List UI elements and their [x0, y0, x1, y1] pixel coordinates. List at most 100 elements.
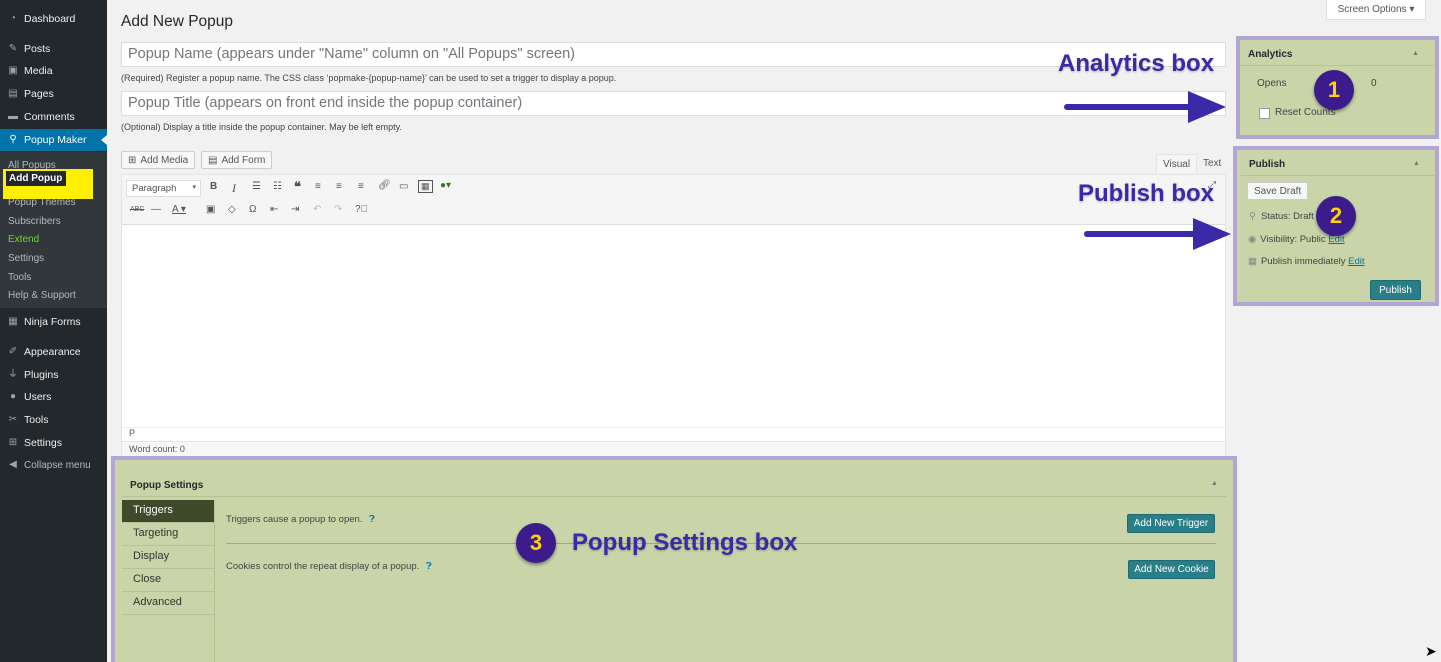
menu-popup-maker[interactable]: ⚲ Popup Maker	[0, 129, 107, 151]
menu-dashboard[interactable]: ◔ Dashboard	[0, 8, 107, 30]
editor-path: P	[122, 427, 1225, 441]
align-left-icon[interactable]: ≡	[315, 181, 321, 192]
cookies-description: Cookies control the repeat display of a …	[226, 561, 432, 572]
popup-shortcode-icon[interactable]: ●▾	[440, 180, 451, 191]
tab-text[interactable]: Text	[1197, 154, 1227, 173]
status-row: ⚲ Status: Draft	[1249, 211, 1314, 222]
menu-comments[interactable]: ▬ Comments	[0, 106, 107, 128]
badge-3: 3	[516, 523, 556, 563]
special-char-icon[interactable]: Ω	[249, 204, 256, 215]
read-more-icon[interactable]: ▭	[399, 181, 408, 192]
save-draft-button[interactable]: Save Draft	[1247, 182, 1309, 200]
menu-appearance[interactable]: ✐ Appearance	[0, 341, 107, 363]
align-right-icon[interactable]: ≡	[358, 181, 364, 192]
schedule-row: ▦ Publish immediately Edit	[1248, 256, 1365, 267]
menu-posts[interactable]: ✎ Posts	[0, 38, 107, 60]
badge-2: 2	[1316, 196, 1356, 236]
outdent-icon[interactable]: ⇤	[270, 204, 278, 215]
analytics-annotation: Analytics box	[1058, 50, 1215, 77]
triggers-description: Triggers cause a popup to open. ❓︎	[226, 514, 375, 525]
tab-triggers[interactable]: Triggers	[122, 500, 214, 523]
bullet-list-icon[interactable]: ☰	[252, 181, 261, 192]
page-title: Add New Popup	[121, 13, 234, 30]
eye-icon: ◉	[1248, 234, 1257, 245]
submenu-settings[interactable]: Settings	[8, 253, 44, 264]
redo-icon[interactable]: ↷	[334, 204, 342, 215]
submenu-subscribers[interactable]: Subscribers	[8, 216, 61, 227]
arrow-icon	[1064, 91, 1226, 123]
popup-title-input[interactable]: Popup Title (appears on front end inside…	[121, 91, 1226, 116]
popup-title-help: (Optional) Display a title inside the po…	[121, 122, 402, 132]
visibility-row: ◉ Visibility: Public Edit	[1248, 234, 1345, 245]
numbered-list-icon[interactable]: ☷	[273, 181, 282, 192]
popup-settings-title: Popup Settings	[130, 480, 204, 491]
menu-plugins[interactable]: ⏚ Plugins	[0, 364, 107, 386]
help-icon[interactable]: ?⃝	[355, 204, 368, 215]
opens-label: Opens	[1257, 78, 1287, 89]
pin-icon: ✎	[8, 43, 18, 54]
publish-title: Publish	[1249, 159, 1286, 170]
screen-options-button[interactable]: Screen Options ▾	[1326, 0, 1426, 20]
link-icon[interactable]: 🔗︎	[378, 180, 391, 191]
media-icon: ⊞	[128, 154, 137, 166]
help-icon[interactable]: ❓︎	[426, 561, 432, 572]
tab-display[interactable]: Display	[122, 546, 214, 569]
menu-ninja-forms[interactable]: ▦ Ninja Forms	[0, 311, 107, 333]
schedule-edit-link[interactable]: Edit	[1348, 256, 1364, 267]
strikethrough-icon[interactable]: ABC	[130, 206, 144, 213]
publish-button[interactable]: Publish	[1370, 280, 1421, 300]
pages-icon: ▤	[8, 88, 18, 99]
help-icon[interactable]: ❓︎	[369, 514, 375, 525]
content-editor: Paragraph ▾ B I ☰ ☷ ❝ ≡ ≡ ≡ 🔗︎ ▭ ▦ ●▾ ⤢ A…	[121, 174, 1226, 457]
popup-maker-icon: ⚲	[9, 134, 17, 145]
badge-1: 1	[1314, 70, 1354, 110]
dashboard-icon: ◔	[9, 13, 17, 24]
menu-pages[interactable]: ▤ Pages	[0, 83, 107, 105]
paste-text-icon[interactable]: ▣	[206, 204, 215, 215]
add-form-button[interactable]: ▤ Add Form	[201, 151, 273, 169]
collapse-caret-icon[interactable]: ▲	[1211, 480, 1218, 487]
text-color-icon[interactable]: A ▾	[172, 204, 186, 215]
clear-format-icon[interactable]: ◇	[228, 204, 236, 215]
submenu-tools[interactable]: Tools	[8, 272, 31, 283]
bold-icon[interactable]: B	[210, 181, 217, 192]
italic-icon[interactable]: I	[232, 181, 236, 196]
horizontal-line-icon[interactable]: —	[151, 204, 161, 215]
calendar-icon: ▦	[1248, 256, 1257, 267]
submenu-help[interactable]: Help & Support	[8, 290, 76, 301]
align-center-icon[interactable]: ≡	[336, 181, 342, 192]
media-icon: ▣	[8, 65, 18, 76]
word-count: Word count: 0	[122, 441, 1225, 457]
add-new-trigger-button[interactable]: Add New Trigger	[1127, 514, 1215, 533]
submenu-add-popup[interactable]: Add Popup	[6, 171, 66, 186]
collapse-caret-icon[interactable]: ▲	[1413, 160, 1420, 167]
menu-tools[interactable]: ✂ Tools	[0, 409, 107, 431]
blockquote-icon[interactable]: ❝	[294, 179, 301, 195]
menu-users[interactable]: ● Users	[0, 386, 107, 408]
editor-toolbar: Paragraph ▾ B I ☰ ☷ ❝ ≡ ≡ ≡ 🔗︎ ▭ ▦ ●▾ ⤢ A…	[122, 175, 1225, 225]
form-icon: ▤	[208, 154, 218, 166]
users-icon: ●	[9, 391, 17, 402]
tab-targeting[interactable]: Targeting	[122, 523, 214, 546]
tab-advanced[interactable]: Advanced	[122, 592, 214, 615]
pin-icon: ⚲	[1249, 211, 1256, 222]
menu-settings[interactable]: ⊞ Settings	[0, 432, 107, 454]
format-select[interactable]: Paragraph ▾	[126, 180, 201, 197]
add-media-button[interactable]: ⊞ Add Media	[121, 151, 196, 169]
plugin-icon: ⏚	[8, 369, 18, 380]
arrow-icon	[1084, 218, 1231, 250]
add-new-cookie-button[interactable]: Add New Cookie	[1128, 560, 1215, 579]
indent-icon[interactable]: ⇥	[291, 204, 299, 215]
reset-counts-checkbox[interactable]	[1259, 108, 1270, 119]
opens-value: 0	[1371, 78, 1377, 89]
collapse-caret-icon[interactable]: ▲	[1412, 50, 1419, 57]
tab-visual[interactable]: Visual	[1156, 154, 1198, 173]
collapse-icon: ◀	[9, 459, 17, 470]
undo-icon[interactable]: ↶	[313, 204, 321, 215]
menu-media[interactable]: ▣ Media	[0, 60, 107, 82]
submenu-extend[interactable]: Extend	[8, 234, 39, 245]
ninja-forms-icon: ▦	[8, 316, 18, 327]
menu-collapse[interactable]: ◀ Collapse menu	[0, 454, 107, 476]
toolbar-toggle-icon[interactable]: ▦	[418, 180, 433, 193]
tab-close[interactable]: Close	[122, 569, 214, 592]
